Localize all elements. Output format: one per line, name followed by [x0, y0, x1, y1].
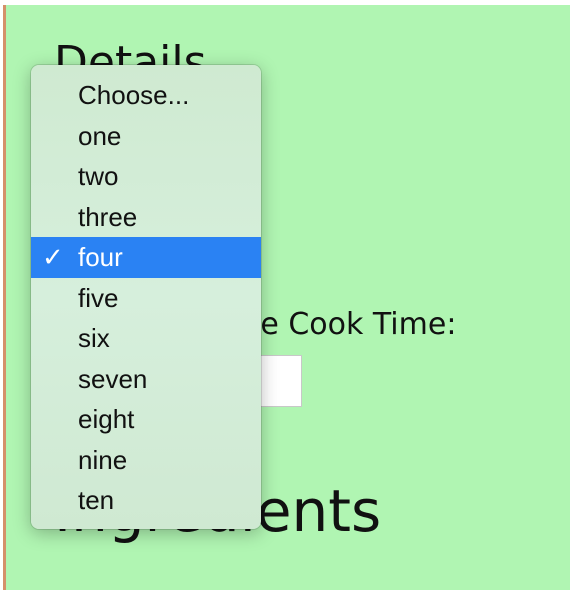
option-label: two [78, 161, 119, 191]
option-label: Choose... [78, 80, 190, 110]
select-option[interactable]: one [31, 116, 261, 157]
select-option-selected[interactable]: ✓ four [31, 237, 261, 278]
select-option[interactable]: five [31, 278, 261, 319]
select-option[interactable]: ten [31, 480, 261, 521]
option-label: six [78, 323, 110, 353]
select-option[interactable]: nine [31, 440, 261, 481]
option-label: three [78, 201, 138, 232]
select-option[interactable]: eight [31, 399, 261, 440]
checkmark-icon: ✓ [42, 242, 64, 272]
option-label: one [78, 120, 122, 151]
select-dropdown-menu[interactable]: Choose... one two three ✓ four five six … [31, 65, 261, 529]
option-label: nine [78, 444, 128, 475]
option-label: ten [78, 485, 115, 515]
option-label: seven [78, 363, 148, 394]
select-option[interactable]: two [31, 156, 261, 197]
option-label: four [78, 242, 123, 272]
option-label: eight [78, 404, 135, 434]
select-option[interactable]: Choose... [31, 75, 261, 116]
select-option[interactable]: three [31, 197, 261, 238]
option-label: five [78, 282, 119, 313]
select-option[interactable]: seven [31, 359, 261, 400]
page-background: Details Active Cook Time: Ingredients Ch… [3, 5, 570, 590]
select-option[interactable]: six [31, 318, 261, 359]
